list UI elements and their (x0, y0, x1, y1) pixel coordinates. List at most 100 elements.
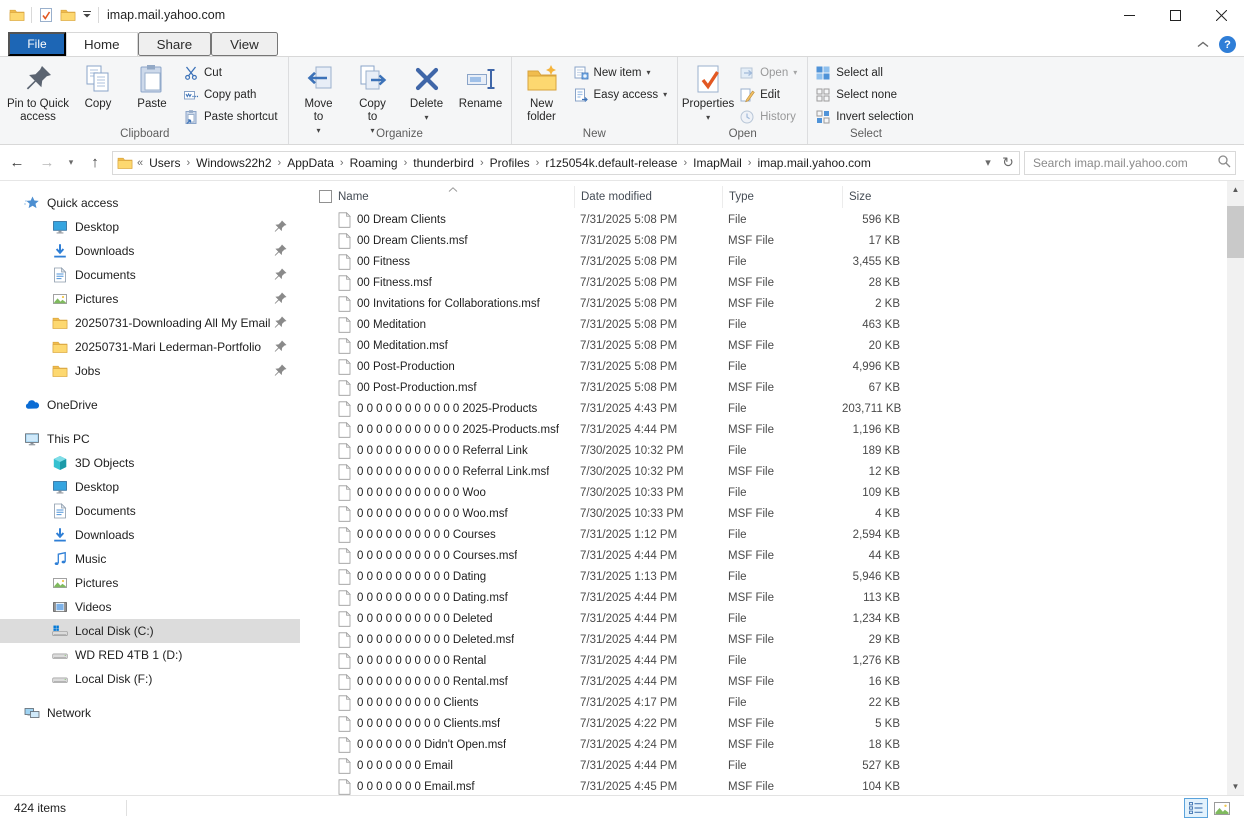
table-row[interactable]: 00 Post-Production 7/31/2025 5:08 PM File 4… (310, 356, 1227, 377)
move-to-button[interactable]: Move to ▾ (292, 59, 346, 135)
sidebar-item-music[interactable]: Music (0, 547, 300, 571)
back-button[interactable]: ← (4, 151, 30, 175)
close-button[interactable] (1198, 0, 1244, 30)
breadcrumb-collapse-indicator[interactable]: « (135, 157, 145, 169)
breadcrumb-chevron-icon[interactable]: › (276, 157, 284, 169)
table-row[interactable]: 00 Invitations for Collaborations.msf 7/3… (310, 293, 1227, 314)
recent-locations-chevron-icon[interactable]: ▾ (64, 151, 78, 175)
table-row[interactable]: 0 0 0 0 0 0 0 Email.msf 7/31/2025 4:45 PM… (310, 776, 1227, 795)
sidebar-item-network[interactable]: Network (0, 701, 300, 725)
table-row[interactable]: 0 0 0 0 0 0 0 0 0 0 Deleted.msf 7/31/2025… (310, 629, 1227, 650)
select-all-checkbox[interactable] (310, 186, 332, 208)
scrollbar-thumb[interactable] (1227, 206, 1244, 258)
sidebar-item-videos[interactable]: Videos (0, 595, 300, 619)
folder-icon[interactable] (60, 7, 76, 23)
up-button[interactable]: ↑ (82, 151, 108, 175)
sidebar-item-this-pc[interactable]: This PC (0, 427, 300, 451)
address-dropdown-chevron-icon[interactable]: ▾ (979, 152, 997, 174)
scroll-down-arrow-icon[interactable]: ▼ (1227, 778, 1244, 795)
qat-dropdown-icon[interactable] (82, 8, 92, 22)
search-input[interactable] (1033, 155, 1217, 170)
search-icon[interactable] (1217, 154, 1231, 171)
table-row[interactable]: 00 Fitness 7/31/2025 5:08 PM File 3,455 KB (310, 251, 1227, 272)
breadcrumb-segment[interactable]: Profiles (486, 156, 534, 170)
table-row[interactable]: 0 0 0 0 0 0 0 0 0 0 0 Referral Link 7/30/… (310, 440, 1227, 461)
copy-to-button[interactable]: Copy to ▾ (346, 59, 400, 135)
sidebar-item-wd-red-4tb-1-d-[interactable]: WD RED 4TB 1 (D:) (0, 643, 300, 667)
table-row[interactable]: 0 0 0 0 0 0 0 0 0 0 0 Referral Link.msf 7… (310, 461, 1227, 482)
table-row[interactable]: 0 0 0 0 0 0 0 0 0 0 0 Woo.msf 7/30/2025 1… (310, 503, 1227, 524)
tab-view[interactable]: View (211, 32, 278, 56)
breadcrumb-segment[interactable]: Windows22h2 (192, 156, 275, 170)
breadcrumb-segment[interactable]: thunderbird (409, 156, 478, 170)
column-header-size[interactable]: Size (842, 185, 904, 208)
breadcrumb-chevron-icon[interactable]: › (534, 157, 542, 169)
sidebar-item-20250731-downloading-all-my-email[interactable]: 20250731-Downloading All My Email (0, 311, 300, 335)
breadcrumb-segment[interactable]: Roaming (346, 156, 402, 170)
easy-access-button[interactable]: Easy access ▾ (569, 84, 675, 105)
new-item-button[interactable]: New item ▾ (569, 62, 675, 83)
sidebar-item-pictures[interactable]: Pictures (0, 571, 300, 595)
thumbnail-view-button[interactable] (1210, 798, 1234, 818)
edit-button[interactable]: Edit (735, 84, 804, 105)
column-header-type[interactable]: Type (722, 185, 842, 208)
table-row[interactable]: 00 Post-Production.msf 7/31/2025 5:08 PM M… (310, 377, 1227, 398)
new-folder-button[interactable]: New folder (515, 59, 569, 127)
delete-button[interactable]: Delete ▾ (400, 59, 454, 127)
table-row[interactable]: 0 0 0 0 0 0 0 0 0 Clients 7/31/2025 4:17 … (310, 692, 1227, 713)
breadcrumb-chevron-icon[interactable]: › (746, 157, 754, 169)
properties-button[interactable]: Properties ▾ (681, 59, 735, 127)
breadcrumb-segment[interactable]: Users (145, 156, 184, 170)
table-row[interactable]: 0 0 0 0 0 0 0 Didn't Open.msf 7/31/2025 4… (310, 734, 1227, 755)
refresh-icon[interactable]: ↻ (999, 152, 1017, 174)
breadcrumb-chevron-icon[interactable]: › (184, 157, 192, 169)
sidebar-item-documents[interactable]: Documents (0, 499, 300, 523)
table-row[interactable]: 0 0 0 0 0 0 0 0 0 0 Dating 7/31/2025 1:13… (310, 566, 1227, 587)
table-row[interactable]: 0 0 0 0 0 0 0 0 0 0 Deleted 7/31/2025 4:4… (310, 608, 1227, 629)
table-row[interactable]: 0 0 0 0 0 0 0 Email 7/31/2025 4:44 PM File… (310, 755, 1227, 776)
copy-path-button[interactable]: Copy path (179, 84, 285, 105)
sidebar-item-documents[interactable]: Documents (0, 263, 300, 287)
ribbon-collapse-chevron-icon[interactable] (1197, 41, 1209, 48)
sidebar-item-onedrive[interactable]: OneDrive (0, 393, 300, 417)
address-bar[interactable]: «Users › Windows22h2 › AppData › Roaming › thund… (112, 150, 1020, 175)
details-view-button[interactable] (1184, 798, 1208, 818)
tab-file[interactable]: File (8, 32, 66, 56)
table-row[interactable]: 0 0 0 0 0 0 0 0 0 0 Rental.msf 7/31/2025 … (310, 671, 1227, 692)
open-button[interactable]: Open ▾ (735, 62, 804, 83)
sidebar-item-jobs[interactable]: Jobs (0, 359, 300, 383)
cut-button[interactable]: Cut (179, 62, 285, 83)
sidebar-item-3d-objects[interactable]: 3D Objects (0, 451, 300, 475)
sidebar-item-local-disk-c-[interactable]: Local Disk (C:) (0, 619, 300, 643)
column-header-date-modified[interactable]: Date modified (574, 185, 722, 208)
breadcrumb-chevron-icon[interactable]: › (338, 157, 346, 169)
breadcrumb-segment[interactable]: imap.mail.yahoo.com (753, 156, 874, 170)
table-row[interactable]: 00 Meditation.msf 7/31/2025 5:08 PM MSF Fi… (310, 335, 1227, 356)
sidebar-item-quick-access[interactable]: Quick access (0, 191, 300, 215)
sidebar-item-desktop[interactable]: Desktop (0, 215, 300, 239)
sidebar-item-pictures[interactable]: Pictures (0, 287, 300, 311)
maximize-button[interactable] (1152, 0, 1198, 30)
breadcrumb-chevron-icon[interactable]: › (402, 157, 410, 169)
paste-shortcut-button[interactable]: Paste shortcut (179, 106, 285, 127)
sidebar-item-local-disk-f-[interactable]: Local Disk (F:) (0, 667, 300, 691)
help-button[interactable]: ? (1219, 36, 1236, 53)
table-row[interactable]: 0 0 0 0 0 0 0 0 0 0 0 2025-Products 7/31/… (310, 398, 1227, 419)
sidebar-item-20250731-mari-lederman-portfolio[interactable]: 20250731-Mari Lederman-Portfolio (0, 335, 300, 359)
breadcrumb-chevron-icon[interactable]: › (681, 157, 689, 169)
table-row[interactable]: 0 0 0 0 0 0 0 0 0 0 Dating.msf 7/31/2025 … (310, 587, 1227, 608)
paste-button[interactable]: Paste (125, 59, 179, 127)
table-row[interactable]: 0 0 0 0 0 0 0 0 0 0 0 Woo 7/30/2025 10:33… (310, 482, 1227, 503)
table-row[interactable]: 00 Fitness.msf 7/31/2025 5:08 PM MSF File 2… (310, 272, 1227, 293)
sidebar-item-downloads[interactable]: Downloads (0, 523, 300, 547)
properties-check-icon[interactable] (38, 7, 54, 23)
rename-button[interactable]: Rename (454, 59, 508, 127)
table-row[interactable]: 0 0 0 0 0 0 0 0 0 0 Rental 7/31/2025 4:44… (310, 650, 1227, 671)
forward-button[interactable]: → (34, 151, 60, 175)
history-button[interactable]: History (735, 106, 804, 127)
scrollbar-track[interactable] (1227, 198, 1244, 778)
copy-button[interactable]: Copy (71, 59, 125, 127)
table-row[interactable]: 0 0 0 0 0 0 0 0 0 0 Courses.msf 7/31/2025… (310, 545, 1227, 566)
column-header-name[interactable]: Name (332, 186, 574, 208)
select-all-button[interactable]: Select all (811, 62, 920, 83)
